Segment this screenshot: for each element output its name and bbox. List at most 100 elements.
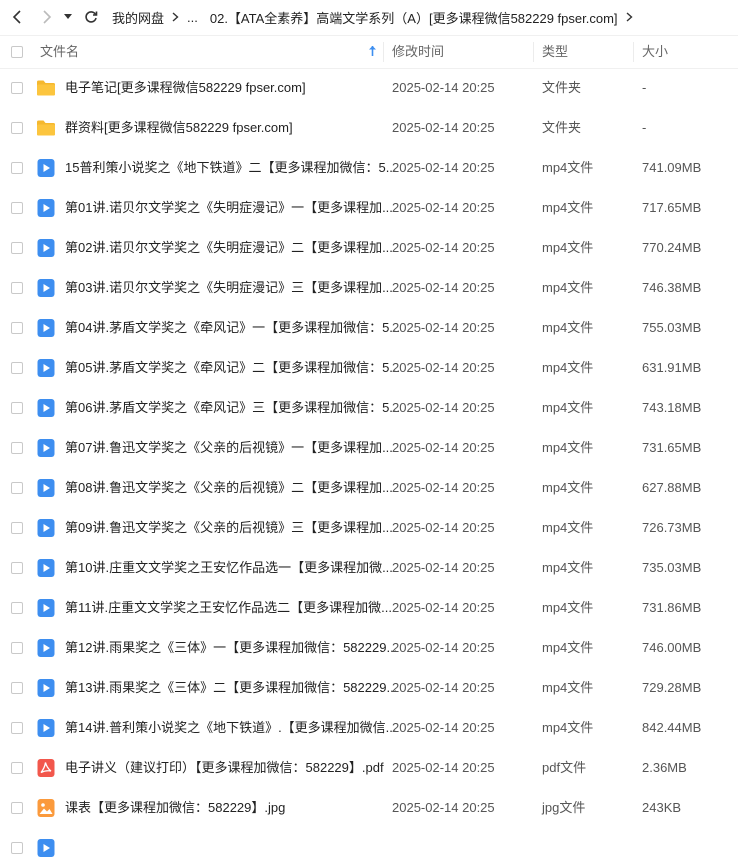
file-name[interactable]: 电子笔记[更多课程微信582229 fpser.com] — [65, 68, 306, 108]
row-checkbox[interactable] — [11, 202, 23, 214]
file-row[interactable]: 第11讲.庄重文文学奖之王安忆作品选二【更多课程加微... 2025-02-14… — [0, 588, 738, 628]
column-divider[interactable] — [383, 42, 384, 62]
row-checkbox[interactable] — [11, 242, 23, 254]
file-size: 627.88MB — [642, 480, 702, 495]
sort-ascending-icon[interactable] — [368, 45, 377, 60]
folder-icon — [36, 118, 56, 138]
column-header-type[interactable]: 类型 — [542, 36, 568, 68]
row-checkbox[interactable] — [11, 842, 23, 854]
file-size: 770.24MB — [642, 240, 702, 255]
column-header-size[interactable]: 大小 — [642, 36, 668, 68]
column-header-name[interactable]: 文件名 — [40, 36, 79, 68]
row-checkbox[interactable] — [11, 322, 23, 334]
file-type: mp4文件 — [542, 480, 594, 495]
file-row[interactable] — [0, 828, 738, 868]
file-name[interactable]: 第01讲.诺贝尔文学奖之《失明症漫记》一【更多课程加... — [65, 188, 393, 228]
row-checkbox[interactable] — [11, 82, 23, 94]
file-type: mp4文件 — [542, 720, 594, 735]
forward-button[interactable] — [34, 0, 60, 34]
column-divider[interactable] — [633, 42, 634, 62]
history-dropdown-button[interactable] — [60, 0, 76, 34]
file-name[interactable]: 第07讲.鲁迅文学奖之《父亲的后视镜》一【更多课程加... — [65, 428, 393, 468]
file-name[interactable]: 第05讲.茅盾文学奖之《牵风记》二【更多课程加微信：5... — [65, 348, 400, 388]
file-row[interactable]: 课表【更多课程加微信：582229】.jpg 2025-02-14 20:25 … — [0, 788, 738, 828]
row-checkbox[interactable] — [11, 282, 23, 294]
file-row[interactable]: 第10讲.庄重文文学奖之王安忆作品选一【更多课程加微... 2025-02-14… — [0, 548, 738, 588]
file-row[interactable]: 第03讲.诺贝尔文学奖之《失明症漫记》三【更多课程加... 2025-02-14… — [0, 268, 738, 308]
row-checkbox[interactable] — [11, 162, 23, 174]
file-name[interactable]: 第13讲.雨果奖之《三体》二【更多课程加微信：582229... — [65, 668, 397, 708]
file-row[interactable]: 第05讲.茅盾文学奖之《牵风记》二【更多课程加微信：5... 2025-02-1… — [0, 348, 738, 388]
file-row[interactable]: 电子笔记[更多课程微信582229 fpser.com] 2025-02-14 … — [0, 68, 738, 108]
row-checkbox[interactable] — [11, 442, 23, 454]
file-row[interactable]: 第09讲.鲁迅文学奖之《父亲的后视镜》三【更多课程加... 2025-02-14… — [0, 508, 738, 548]
file-name[interactable]: 第06讲.茅盾文学奖之《牵风记》三【更多课程加微信：5... — [65, 388, 400, 428]
file-size: 743.18MB — [642, 400, 702, 415]
video-file-icon — [36, 398, 56, 418]
row-checkbox[interactable] — [11, 522, 23, 534]
file-name[interactable]: 课表【更多课程加微信：582229】.jpg — [65, 788, 285, 828]
file-name[interactable]: 第08讲.鲁迅文学奖之《父亲的后视镜》二【更多课程加... — [65, 468, 393, 508]
row-checkbox[interactable] — [11, 722, 23, 734]
row-checkbox[interactable] — [11, 122, 23, 134]
file-name[interactable]: 第10讲.庄重文文学奖之王安忆作品选一【更多课程加微... — [65, 548, 393, 588]
select-all-checkbox[interactable] — [11, 46, 23, 58]
file-row[interactable]: 第12讲.雨果奖之《三体》一【更多课程加微信：582229... 2025-02… — [0, 628, 738, 668]
file-name[interactable]: 15普利策小说奖之《地下铁道》二【更多课程加微信：5... — [65, 148, 397, 188]
row-checkbox[interactable] — [11, 602, 23, 614]
file-modified-time: 2025-02-14 20:25 — [392, 240, 495, 255]
file-name[interactable]: 第04讲.茅盾文学奖之《牵风记》一【更多课程加微信：5... — [65, 308, 400, 348]
row-checkbox[interactable] — [11, 482, 23, 494]
video-file-icon — [36, 718, 56, 738]
breadcrumb-separator-icon — [626, 10, 633, 25]
breadcrumb-root[interactable]: 我的网盘 — [112, 8, 164, 27]
column-divider[interactable] — [533, 42, 534, 62]
file-row[interactable]: 电子讲义（建议打印）【更多课程加微信：582229】.pdf 2025-02-1… — [0, 748, 738, 788]
file-modified-time: 2025-02-14 20:25 — [392, 320, 495, 335]
video-file-icon — [36, 318, 56, 338]
file-modified-time: 2025-02-14 20:25 — [392, 80, 495, 95]
file-row[interactable]: 15普利策小说奖之《地下铁道》二【更多课程加微信：5... 2025-02-14… — [0, 148, 738, 188]
file-size: 746.38MB — [642, 280, 702, 295]
file-row[interactable]: 第04讲.茅盾文学奖之《牵风记》一【更多课程加微信：5... 2025-02-1… — [0, 308, 738, 348]
file-modified-time: 2025-02-14 20:25 — [392, 720, 495, 735]
file-name[interactable]: 第03讲.诺贝尔文学奖之《失明症漫记》三【更多课程加... — [65, 268, 393, 308]
video-file-icon — [36, 558, 56, 578]
file-row[interactable]: 第06讲.茅盾文学奖之《牵风记》三【更多课程加微信：5... 2025-02-1… — [0, 388, 738, 428]
file-name[interactable]: 第11讲.庄重文文学奖之王安忆作品选二【更多课程加微... — [65, 588, 392, 628]
file-row[interactable]: 群资料[更多课程微信582229 fpser.com] 2025-02-14 2… — [0, 108, 738, 148]
column-header-time[interactable]: 修改时间 — [392, 36, 444, 68]
file-row[interactable]: 第13讲.雨果奖之《三体》二【更多课程加微信：582229... 2025-02… — [0, 668, 738, 708]
file-name[interactable]: 第14讲.普利策小说奖之《地下铁道》.【更多课程加微信... — [65, 708, 397, 748]
file-name[interactable]: 第12讲.雨果奖之《三体》一【更多课程加微信：582229... — [65, 628, 397, 668]
file-name[interactable]: 群资料[更多课程微信582229 fpser.com] — [65, 108, 293, 148]
file-name[interactable]: 第02讲.诺贝尔文学奖之《失明症漫记》二【更多课程加... — [65, 228, 393, 268]
file-size: 243KB — [642, 800, 682, 815]
file-type: mp4文件 — [542, 560, 594, 575]
file-name[interactable]: 电子讲义（建议打印）【更多课程加微信：582229】.pdf — [65, 748, 384, 788]
breadcrumb-ellipsis[interactable]: ... — [187, 10, 198, 25]
caret-down-icon — [64, 14, 72, 19]
file-name[interactable]: 第09讲.鲁迅文学奖之《父亲的后视镜》三【更多课程加... — [65, 508, 393, 548]
file-row[interactable]: 第01讲.诺贝尔文学奖之《失明症漫记》一【更多课程加... 2025-02-14… — [0, 188, 738, 228]
file-type: mp4文件 — [542, 280, 594, 295]
row-checkbox[interactable] — [11, 402, 23, 414]
file-type: mp4文件 — [542, 520, 594, 535]
row-checkbox[interactable] — [11, 642, 23, 654]
row-checkbox[interactable] — [11, 682, 23, 694]
back-button[interactable] — [4, 0, 30, 34]
refresh-button[interactable] — [78, 0, 104, 34]
row-checkbox[interactable] — [11, 762, 23, 774]
file-row[interactable]: 第14讲.普利策小说奖之《地下铁道》.【更多课程加微信... 2025-02-1… — [0, 708, 738, 748]
row-checkbox[interactable] — [11, 802, 23, 814]
row-checkbox[interactable] — [11, 362, 23, 374]
file-row[interactable]: 第02讲.诺贝尔文学奖之《失明症漫记》二【更多课程加... 2025-02-14… — [0, 228, 738, 268]
video-file-icon — [36, 478, 56, 498]
video-file-icon — [36, 838, 56, 858]
file-row[interactable]: 第08讲.鲁迅文学奖之《父亲的后视镜》二【更多课程加... 2025-02-14… — [0, 468, 738, 508]
row-checkbox[interactable] — [11, 562, 23, 574]
breadcrumb-current[interactable]: 02.【ATA全素养】高端文学系列（A）[更多课程微信582229 fpser.… — [210, 8, 618, 27]
file-type: mp4文件 — [542, 200, 594, 215]
file-row[interactable]: 第07讲.鲁迅文学奖之《父亲的后视镜》一【更多课程加... 2025-02-14… — [0, 428, 738, 468]
file-type: 文件夹 — [542, 120, 582, 135]
